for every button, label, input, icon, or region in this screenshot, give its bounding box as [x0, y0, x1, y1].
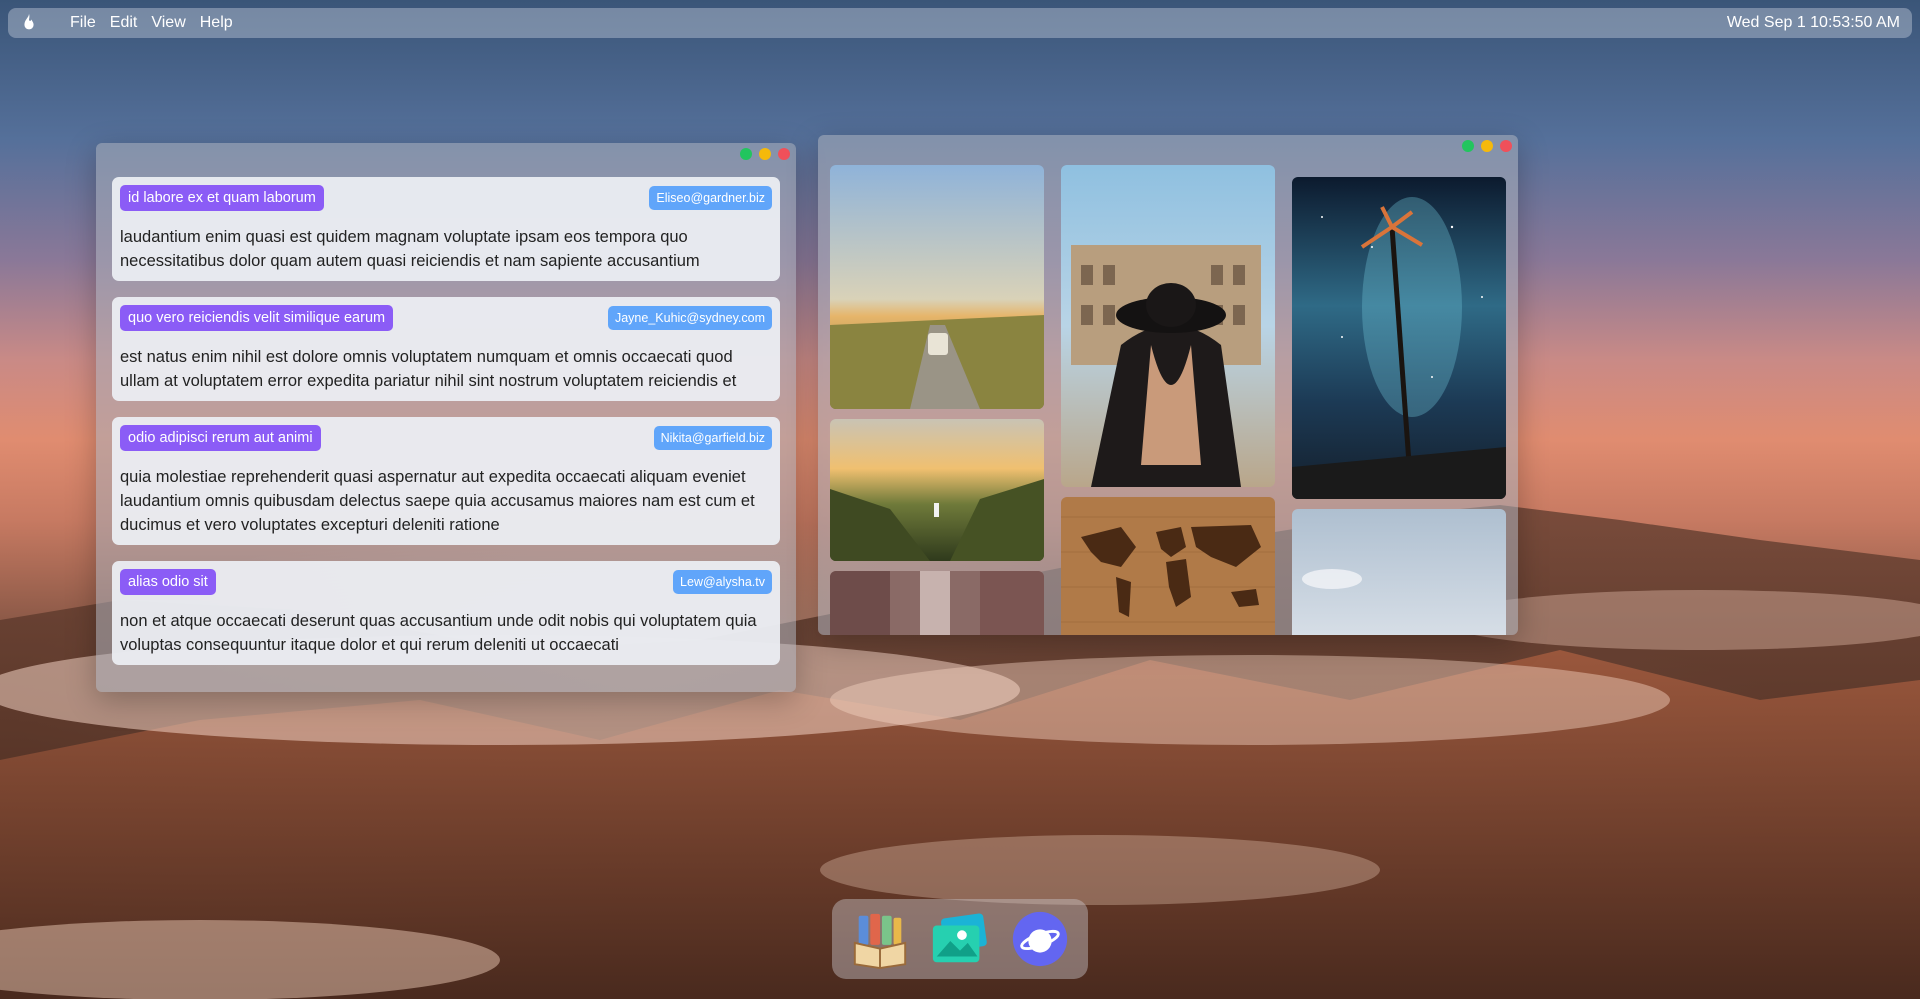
comment-title-tag: quo vero reiciendis velit similique earu…	[120, 305, 394, 331]
minimize-button[interactable]	[759, 148, 771, 160]
comment-card: odio adipisci rerum aut animi Nikita@gar…	[112, 417, 780, 545]
comment-title-tag: id labore ex et quam laborum	[120, 185, 324, 211]
comment-body: quia molestiae reprehenderit quasi asper…	[120, 468, 755, 534]
maximize-button[interactable]	[1462, 140, 1474, 152]
comments-window: id labore ex et quam laborum Eliseo@gard…	[96, 143, 796, 692]
valley-hiker-photo[interactable]	[830, 419, 1044, 561]
comments-list[interactable]: id labore ex et quam laborum Eliseo@gard…	[96, 165, 796, 692]
world-map-wood-photo[interactable]	[1061, 497, 1275, 635]
minimize-button[interactable]	[1481, 140, 1493, 152]
comment-title-tag: alias odio sit	[120, 569, 216, 595]
comment-email-tag: Eliseo@gardner.biz	[649, 186, 772, 210]
photos-icon[interactable]	[928, 907, 992, 971]
road-trip-van-photo[interactable]	[830, 165, 1044, 409]
books-icon[interactable]	[848, 907, 912, 971]
close-button[interactable]	[1500, 140, 1512, 152]
menu-view[interactable]: View	[151, 14, 185, 32]
comment-body: non et atque occaecati deserunt quas acc…	[120, 612, 757, 654]
window-titlebar[interactable]	[818, 135, 1518, 157]
photo-grid[interactable]	[818, 157, 1518, 635]
browser-icon[interactable]	[1008, 907, 1072, 971]
comment-email-tag: Lew@alysha.tv	[673, 570, 772, 594]
sky-clouds-photo[interactable]	[1292, 509, 1506, 635]
photos-window	[818, 135, 1518, 635]
comment-card: quo vero reiciendis velit similique earu…	[112, 297, 780, 401]
menu-file[interactable]: File	[70, 14, 96, 32]
maximize-button[interactable]	[740, 148, 752, 160]
menu-help[interactable]: Help	[200, 14, 233, 32]
comment-title-tag: odio adipisci rerum aut animi	[120, 425, 321, 451]
menubar-clock: Wed Sep 1 10:53:50 AM	[1726, 14, 1900, 31]
comment-card: id labore ex et quam laborum Eliseo@gard…	[112, 177, 780, 281]
comment-body: est natus enim nihil est dolore omnis vo…	[120, 348, 737, 390]
comment-body: laudantium enim quasi est quidem magnam …	[120, 228, 700, 270]
dock	[832, 899, 1088, 979]
city-street-photo[interactable]	[830, 571, 1044, 635]
comment-email-tag: Nikita@garfield.biz	[653, 426, 772, 450]
colosseum-traveler-photo[interactable]	[1061, 165, 1275, 487]
flame-icon[interactable]	[18, 12, 40, 34]
menu-bar: File Edit View Help Wed Sep 1 10:53:50 A…	[8, 8, 1912, 38]
comment-email-tag: Jayne_Kuhic@sydney.com	[607, 306, 772, 330]
comment-card: alias odio sit Lew@alysha.tv non et atqu…	[112, 561, 780, 665]
menu-edit[interactable]: Edit	[110, 14, 138, 32]
close-button[interactable]	[778, 148, 790, 160]
window-titlebar[interactable]	[96, 143, 796, 165]
starry-palm-tree-photo[interactable]	[1292, 177, 1506, 499]
